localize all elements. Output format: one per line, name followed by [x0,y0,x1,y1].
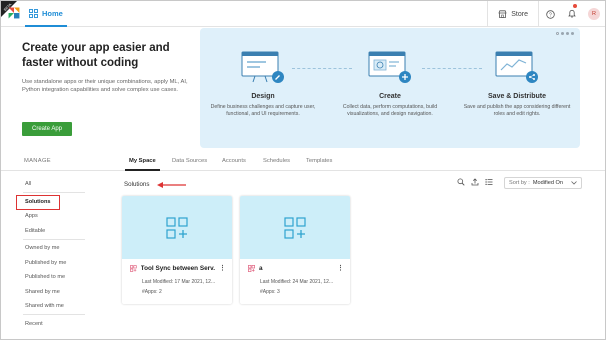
hero-title-line2: faster without coding [22,57,139,69]
sort-dropdown[interactable]: Sort by : Modified On [504,177,582,189]
svg-text:?: ? [549,12,552,18]
more-options-icon[interactable]: ⋮ [219,265,226,272]
sidebar-item-owned-by-me[interactable]: Owned by me [25,245,60,251]
store-label: Store [511,10,528,18]
sort-label: Sort by : [509,180,530,186]
avatar: R [588,8,600,20]
hero-title-line1: Create your app easier and [22,42,170,54]
feature-title: Save & Distribute [488,93,546,100]
store-button[interactable]: Store [487,1,539,27]
sidebar-item-published-to-me[interactable]: Published to me [25,274,65,280]
sidebar-item-shared-by-me[interactable]: Shared by me [25,289,60,295]
card-app-count: #Apps: 3 [260,289,280,295]
notifications-button[interactable] [561,1,583,27]
section-tabs-row: MANAGE My Space Data Sources Accounts Sc… [1,154,605,171]
sort-value: Modified On [532,180,564,186]
solution-grid-icon [284,216,306,239]
card-thumbnail [240,196,350,259]
list-view-icon[interactable] [485,178,493,186]
carousel-dots[interactable] [556,32,574,35]
top-navigation-bar: BETA Home Store ? R [1,1,605,27]
card-last-modified: Last Modified: 17 Mar 2021, 12... [142,279,216,285]
sidebar-item-apps[interactable]: Apps [25,213,38,219]
card-title-row: Tool Sync between Serv... ⋮ [130,265,226,272]
feature-description: Define business challenges and capture u… [210,104,316,118]
card-last-modified: Last Modified: 24 Mar 2021, 12... [260,279,334,285]
help-icon: ? [545,9,555,19]
more-options-icon[interactable]: ⋮ [337,265,344,272]
card-title-row: a ⋮ [248,265,344,272]
home-tab-label: Home [42,8,63,18]
carousel-dot[interactable] [571,32,574,35]
tab-my-space[interactable]: My Space [129,158,156,164]
feature-design: Design Define business challenges and ca… [208,50,318,118]
bell-icon [568,9,576,18]
feature-title: Create [379,93,401,100]
active-tab-indicator [125,169,160,171]
tab-accounts[interactable]: Accounts [222,158,246,164]
feature-save-distribute: Save & Distribute Save and publish the a… [462,50,572,118]
hero-intro: Create your app easier and faster withou… [22,41,192,95]
solution-small-icon [248,265,255,272]
solution-grid-icon [166,216,188,239]
card-title[interactable]: Tool Sync between Serv... [141,265,215,272]
card-app-count: #Apps: 2 [142,289,162,295]
solution-small-icon [130,265,137,272]
sidebar-item-recent[interactable]: Recent [25,321,43,327]
chevron-down-icon [571,181,577,185]
carousel-dot[interactable] [561,32,564,35]
section-title: Solutions [124,181,150,188]
user-avatar-button[interactable]: R [583,1,605,27]
create-app-button[interactable]: Create App [22,122,72,136]
tab-templates[interactable]: Templates [306,158,332,164]
sidebar-divider [23,314,85,315]
solutions-highlight-annotation [16,195,60,210]
carousel-dot[interactable] [556,32,559,35]
feature-description: Save and publish the app considering dif… [463,104,571,118]
hero-title: Create your app easier and faster withou… [22,41,192,71]
feature-description: Collect data, perform computations, buil… [342,104,438,118]
upload-icon[interactable] [471,178,479,186]
annotation-arrow-icon [157,182,186,188]
feature-create: Create Collect data, perform computation… [335,50,445,118]
solution-card[interactable]: Tool Sync between Serv... ⋮ Last Modifie… [122,196,232,304]
sidebar-divider [23,239,85,240]
card-thumbnail [122,196,232,259]
hero-features-panel: Design Define business challenges and ca… [200,28,580,148]
tab-schedules[interactable]: Schedules [263,158,290,164]
sidebar-item-published-by-me[interactable]: Published by me [25,260,66,266]
app-logo-icon[interactable] [7,6,21,20]
design-illustration-icon [241,51,284,83]
sidebar-item-shared-with-me[interactable]: Shared with me [25,303,64,309]
solution-card[interactable]: a ⋮ Last Modified: 24 Mar 2021, 12... #A… [240,196,350,304]
notification-dot [573,4,577,8]
home-tab[interactable]: Home [25,1,67,27]
store-icon [498,10,507,18]
card-title[interactable]: a [259,265,263,272]
sidebar-item-editable[interactable]: Editable [25,228,45,234]
tab-data-sources[interactable]: Data Sources [172,158,207,164]
sidebar-divider [23,192,85,193]
home-grid-icon [29,8,38,18]
carousel-dot[interactable] [566,32,569,35]
share-illustration-icon [495,51,538,83]
sidebar-item-all[interactable]: All [25,181,31,187]
search-icon[interactable] [457,178,465,186]
help-button[interactable]: ? [539,1,561,27]
content-toolbar [457,178,493,186]
app-window: BETA Home Store ? R Create your app easi… [0,0,606,340]
create-illustration-icon [368,51,411,83]
feature-title: Design [251,93,275,100]
hero-description: Use standalone apps or their unique comb… [22,79,188,94]
manage-heading: MANAGE [24,158,51,164]
